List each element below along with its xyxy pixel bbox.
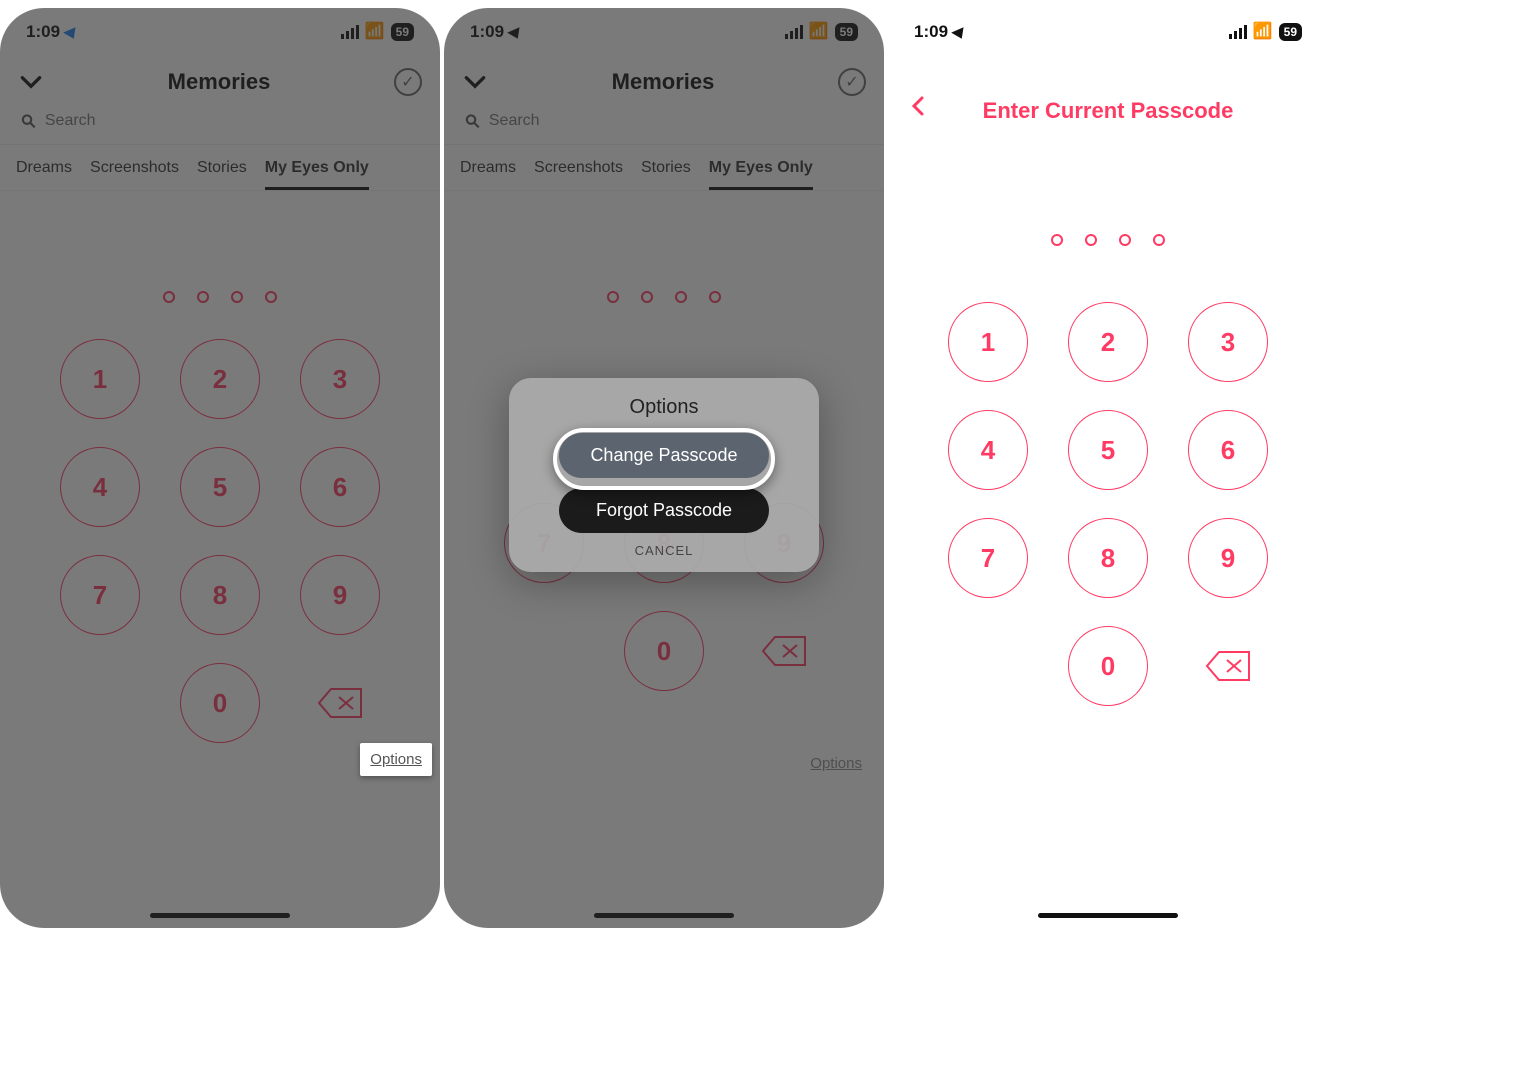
phone-screen-3: 1:09 📶 59 Enter Current Passcode 1 2 3 4… (888, 8, 1328, 928)
location-icon (66, 22, 78, 42)
key-2[interactable]: 2 (180, 339, 260, 419)
chevron-down-icon[interactable] (462, 69, 488, 95)
key-0[interactable]: 0 (1068, 626, 1148, 706)
pin-dot (231, 291, 243, 303)
pin-dot (709, 291, 721, 303)
location-icon (954, 22, 966, 42)
status-time: 1:09 (914, 22, 948, 42)
backspace-icon[interactable] (1205, 626, 1251, 706)
key-9[interactable]: 9 (1188, 518, 1268, 598)
page-title: Memories (612, 69, 715, 95)
back-button[interactable] (906, 94, 930, 118)
signal-icon (341, 25, 359, 39)
key-8[interactable]: 8 (180, 555, 260, 635)
backspace-icon[interactable] (761, 611, 807, 691)
home-indicator (594, 913, 734, 918)
tab-dreams[interactable]: Dreams (460, 159, 516, 190)
backspace-icon[interactable] (317, 663, 363, 743)
modal-title: Options (525, 396, 803, 419)
select-check-icon[interactable]: ✓ (838, 68, 866, 96)
wifi-icon: 📶 (365, 24, 385, 40)
select-check-icon[interactable]: ✓ (394, 68, 422, 96)
keypad: 1 2 3 4 5 6 7 8 9 0 (0, 339, 440, 743)
battery-icon: 59 (835, 23, 858, 41)
pin-dot (675, 291, 687, 303)
tab-my-eyes-only[interactable]: My Eyes Only (709, 159, 813, 190)
key-7[interactable]: 7 (948, 518, 1028, 598)
chevron-down-icon[interactable] (18, 69, 44, 95)
tab-my-eyes-only[interactable]: My Eyes Only (265, 159, 369, 190)
signal-icon (785, 25, 803, 39)
pin-dots (444, 291, 884, 303)
options-link[interactable]: Options (810, 755, 862, 772)
forgot-passcode-button[interactable]: Forgot Passcode (559, 488, 769, 533)
key-4[interactable]: 4 (948, 410, 1028, 490)
search-input[interactable] (458, 106, 870, 136)
pin-dots (0, 291, 440, 303)
battery-icon: 59 (1279, 23, 1302, 41)
page-title: Memories (168, 69, 271, 95)
key-5[interactable]: 5 (180, 447, 260, 527)
key-5[interactable]: 5 (1068, 410, 1148, 490)
key-blank (504, 611, 584, 691)
options-callout: Options (360, 743, 432, 776)
pin-dot (641, 291, 653, 303)
header: Memories ✓ (0, 56, 440, 102)
tab-screenshots[interactable]: Screenshots (534, 159, 623, 190)
key-6[interactable]: 6 (1188, 410, 1268, 490)
phone-screen-2: 1:09 📶 59 Memories ✓ Dreams Screenshots … (444, 8, 884, 928)
passcode-title: Enter Current Passcode (888, 98, 1328, 124)
header: Memories ✓ (444, 56, 884, 102)
home-indicator (150, 913, 290, 918)
pin-dots (888, 234, 1328, 246)
wifi-icon: 📶 (1253, 24, 1273, 40)
status-bar: 1:09 📶 59 (444, 8, 884, 56)
status-bar: 1:09 📶 59 (888, 8, 1328, 56)
cancel-button[interactable]: CANCEL (525, 543, 803, 558)
home-indicator (1038, 913, 1178, 918)
pin-dot (163, 291, 175, 303)
key-0[interactable]: 0 (624, 611, 704, 691)
key-4[interactable]: 4 (60, 447, 140, 527)
key-blank (948, 626, 1028, 706)
phone-screen-1: 1:09 📶 59 Memories ✓ Dreams Screenshots … (0, 8, 440, 928)
key-2[interactable]: 2 (1068, 302, 1148, 382)
battery-icon: 59 (391, 23, 414, 41)
key-7[interactable]: 7 (60, 555, 140, 635)
search-field[interactable] (45, 112, 420, 130)
key-1[interactable]: 1 (60, 339, 140, 419)
key-blank (60, 663, 140, 743)
pin-dot (1119, 234, 1131, 246)
tabs: Dreams Screenshots Stories My Eyes Only (0, 145, 440, 191)
key-3[interactable]: 3 (1188, 302, 1268, 382)
key-1[interactable]: 1 (948, 302, 1028, 382)
options-modal: Options Change Passcode Forgot Passcode … (509, 378, 819, 572)
change-passcode-button[interactable]: Change Passcode (559, 433, 769, 478)
tab-dreams[interactable]: Dreams (16, 159, 72, 190)
pin-dot (1153, 234, 1165, 246)
key-0[interactable]: 0 (180, 663, 260, 743)
pin-dot (1085, 234, 1097, 246)
location-icon (510, 22, 522, 42)
key-3[interactable]: 3 (300, 339, 380, 419)
pin-dot (197, 291, 209, 303)
search-field[interactable] (489, 112, 864, 130)
tab-stories[interactable]: Stories (197, 159, 247, 190)
wifi-icon: 📶 (809, 24, 829, 40)
tab-stories[interactable]: Stories (641, 159, 691, 190)
tabs: Dreams Screenshots Stories My Eyes Only (444, 145, 884, 191)
key-9[interactable]: 9 (300, 555, 380, 635)
key-8[interactable]: 8 (1068, 518, 1148, 598)
pin-dot (1051, 234, 1063, 246)
tab-screenshots[interactable]: Screenshots (90, 159, 179, 190)
pin-dot (265, 291, 277, 303)
search-input[interactable] (14, 106, 426, 136)
pin-dot (607, 291, 619, 303)
keypad: 1 2 3 4 5 6 7 8 9 0 (888, 302, 1328, 706)
key-6[interactable]: 6 (300, 447, 380, 527)
status-time: 1:09 (26, 22, 60, 42)
signal-icon (1229, 25, 1247, 39)
status-time: 1:09 (470, 22, 504, 42)
status-bar: 1:09 📶 59 (0, 8, 440, 56)
